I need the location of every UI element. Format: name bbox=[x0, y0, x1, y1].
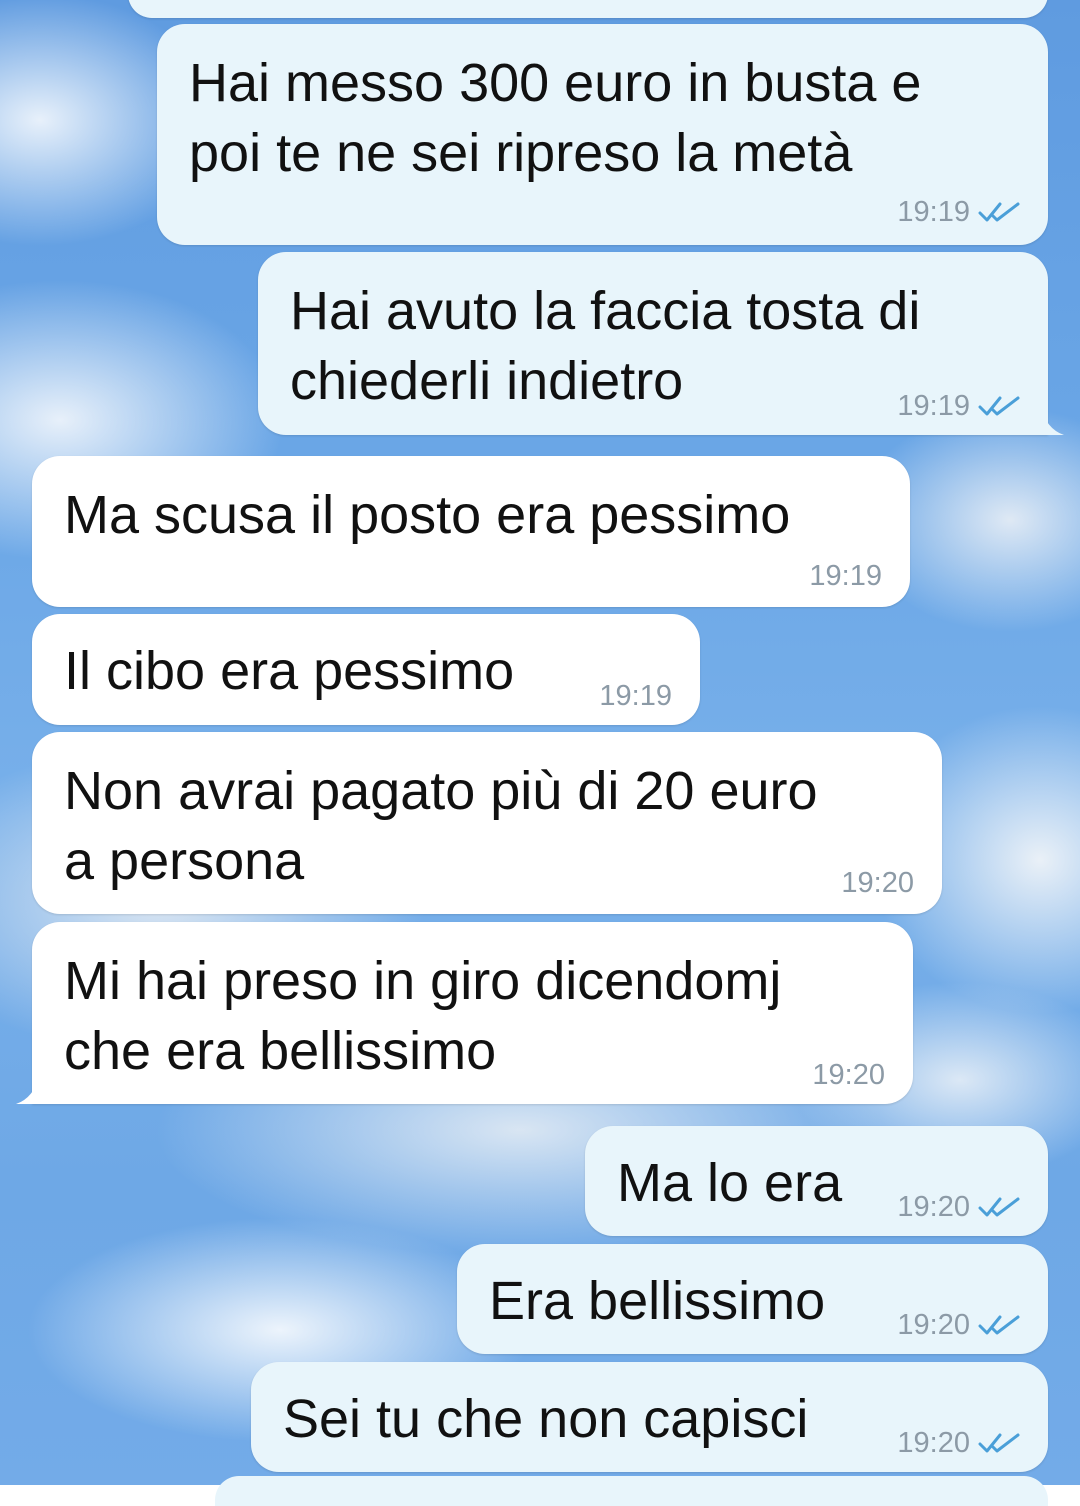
message-text: Hai messo 300 euro in busta e poi te ne … bbox=[189, 53, 922, 183]
message-time: 19:20 bbox=[897, 1191, 970, 1223]
message-bubble-outgoing[interactable]: Hai messo 300 euro in busta e poi te ne … bbox=[157, 24, 1048, 245]
message-bubble-incoming[interactable]: Il cibo era pessimo 19:19 bbox=[32, 614, 700, 725]
message-time: 19:19 bbox=[897, 196, 970, 228]
message-time: 19:19 bbox=[599, 680, 672, 712]
message-text: Non avrai pagato più di 20 euro a person… bbox=[64, 761, 818, 891]
double-check-icon bbox=[978, 1433, 1020, 1453]
message-bubble-incoming[interactable]: Non avrai pagato più di 20 euro a person… bbox=[32, 732, 942, 914]
bubble-tail bbox=[16, 1074, 40, 1104]
message-bubble-partial-top[interactable] bbox=[128, 0, 1048, 18]
message-text: Era bellissimo bbox=[489, 1271, 826, 1331]
message-text: Hai avuto la faccia tosta di chiederli i… bbox=[290, 281, 921, 411]
message-time: 19:20 bbox=[897, 1309, 970, 1341]
message-bubble-outgoing[interactable]: Sei tu che non capisci 19:20 bbox=[251, 1362, 1048, 1472]
message-text: Mi hai preso in giro dicendomj che era b… bbox=[64, 951, 782, 1081]
message-time: 19:19 bbox=[897, 390, 970, 422]
double-check-icon bbox=[978, 1197, 1020, 1217]
message-meta: 19:20 bbox=[897, 1428, 1020, 1458]
message-meta: 19:19 bbox=[809, 561, 882, 591]
message-meta: 19:19 bbox=[897, 197, 1020, 227]
bubble-tail bbox=[1040, 405, 1064, 435]
message-time: 19:20 bbox=[897, 1427, 970, 1459]
message-meta: 19:20 bbox=[841, 868, 914, 898]
double-check-icon bbox=[978, 1315, 1020, 1335]
message-meta: 19:19 bbox=[897, 391, 1020, 421]
message-list[interactable]: Hai messo 300 euro in busta e poi te ne … bbox=[0, 0, 1080, 1506]
message-time: 19:19 bbox=[809, 560, 882, 592]
message-time: 19:20 bbox=[812, 1059, 885, 1091]
message-meta: 19:20 bbox=[897, 1310, 1020, 1340]
double-check-icon bbox=[978, 202, 1020, 222]
message-bubble-outgoing[interactable]: Hai avuto la faccia tosta di chiederli i… bbox=[258, 252, 1048, 435]
message-text: Ma scusa il posto era pessimo bbox=[64, 485, 791, 545]
message-bubble-outgoing[interactable]: Era bellissimo 19:20 bbox=[457, 1244, 1048, 1354]
message-bubble-partial-bottom[interactable] bbox=[215, 1476, 1048, 1506]
message-time: 19:20 bbox=[841, 867, 914, 899]
message-bubble-incoming[interactable]: Mi hai preso in giro dicendomj che era b… bbox=[32, 922, 913, 1104]
message-meta: 19:20 bbox=[897, 1192, 1020, 1222]
message-meta: 19:20 bbox=[812, 1060, 885, 1090]
message-bubble-outgoing[interactable]: Ma lo era 19:20 bbox=[585, 1126, 1048, 1236]
message-meta: 19:19 bbox=[599, 681, 672, 711]
message-bubble-incoming[interactable]: Ma scusa il posto era pessimo 19:19 bbox=[32, 456, 910, 607]
double-check-icon bbox=[978, 396, 1020, 416]
message-text: Sei tu che non capisci bbox=[283, 1389, 809, 1449]
message-text: Ma lo era bbox=[617, 1153, 843, 1213]
message-text: Il cibo era pessimo bbox=[64, 641, 515, 701]
